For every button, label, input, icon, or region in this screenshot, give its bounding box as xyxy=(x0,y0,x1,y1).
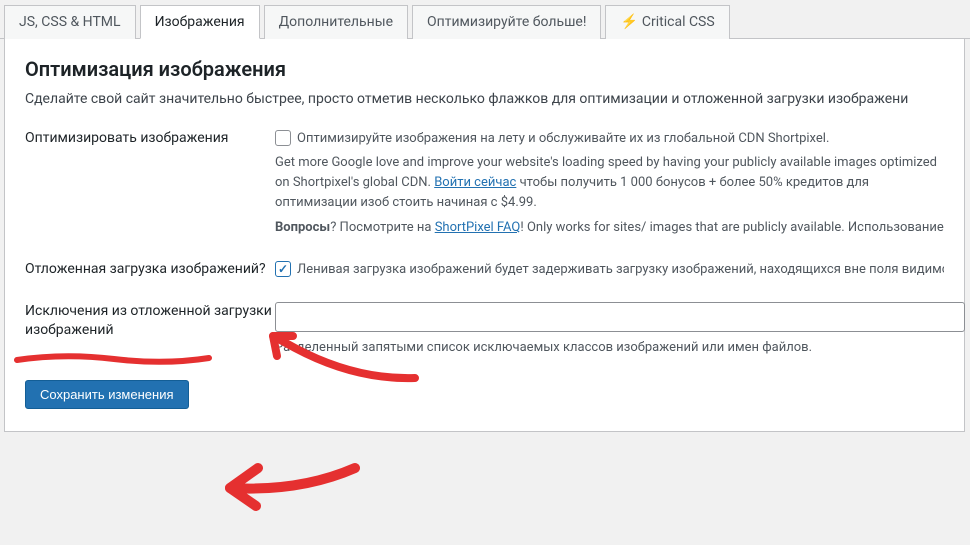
tab-extra[interactable]: Дополнительные xyxy=(264,5,408,39)
submit-row: Сохранить изменения xyxy=(25,380,944,409)
tab-more[interactable]: Оптимизируйте больше! xyxy=(412,5,601,39)
field-lazy: Ленивая загрузка изображений будет задер… xyxy=(275,260,944,280)
login-link[interactable]: Войти сейчас xyxy=(434,175,516,190)
page-title: Оптимизация изображения xyxy=(25,57,944,81)
save-button-label: Сохранить изменения xyxy=(40,387,174,402)
tab-critical-css[interactable]: ⚡ Critical CSS xyxy=(605,5,729,39)
tab-label: Дополнительные xyxy=(279,14,393,30)
lightning-icon: ⚡ xyxy=(620,14,637,30)
intro-text: Сделайте свой сайт значительно быстрее, … xyxy=(25,91,944,107)
lazy-checkbox[interactable] xyxy=(275,261,291,277)
tab-images[interactable]: Изображения xyxy=(140,5,260,39)
settings-panel: Оптимизация изображения Сделайте свой са… xyxy=(4,39,965,432)
field-exclude: Разделенный запятыми список исключаемых … xyxy=(275,302,944,358)
optimize-checkbox-label: Оптимизируйте изображения на лету и обсл… xyxy=(297,129,829,149)
tab-label: Изображения xyxy=(155,14,245,30)
exclude-help: Разделенный запятыми список исключаемых … xyxy=(275,338,944,358)
optimize-checkbox[interactable] xyxy=(275,130,291,146)
tab-js-css-html[interactable]: JS, CSS & HTML xyxy=(4,5,136,39)
optimize-faq: Вопросы? Посмотрите на ShortPixel FAQ! O… xyxy=(275,218,944,238)
tab-label: Critical CSS xyxy=(642,14,715,30)
questions-label: Вопросы xyxy=(275,220,330,235)
questions-after: ! Only works for sites/ images that are … xyxy=(520,220,944,235)
tab-label: JS, CSS & HTML xyxy=(19,14,121,30)
tab-label: Оптимизируйте больше! xyxy=(427,14,586,30)
annotation-arrow-button xyxy=(200,450,360,520)
label-lazy: Отложенная загрузка изображений? xyxy=(25,260,275,280)
tabs: JS, CSS & HTML Изображения Дополнительны… xyxy=(0,0,970,39)
row-lazy: Отложенная загрузка изображений? Ленивая… xyxy=(25,260,944,280)
lazy-checkbox-label: Ленивая загрузка изображений будет задер… xyxy=(297,260,944,280)
label-exclude: Исключения из отложенной загрузки изобра… xyxy=(25,302,275,358)
questions-text: ? Посмотрите на xyxy=(330,220,435,235)
save-button[interactable]: Сохранить изменения xyxy=(25,380,189,409)
label-optimize: Оптимизировать изображения xyxy=(25,129,275,238)
field-optimize: Оптимизируйте изображения на лету и обсл… xyxy=(275,129,944,238)
faq-link[interactable]: ShortPixel FAQ xyxy=(435,220,521,235)
exclude-input[interactable] xyxy=(275,302,965,332)
row-exclude: Исключения из отложенной загрузки изобра… xyxy=(25,302,944,358)
row-optimize: Оптимизировать изображения Оптимизируйте… xyxy=(25,129,944,238)
optimize-desc: Get more Google love and improve your we… xyxy=(275,153,944,213)
